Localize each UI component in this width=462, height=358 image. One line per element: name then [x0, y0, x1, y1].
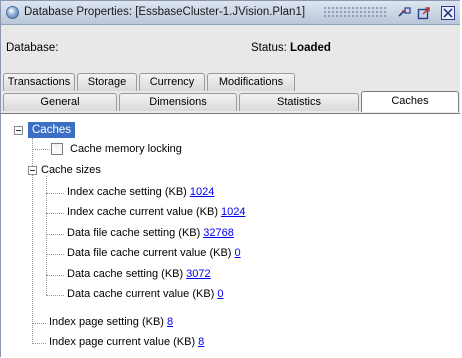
tab-caches[interactable]: Caches	[361, 91, 459, 112]
item-label: Index page setting (KB)	[49, 316, 164, 328]
tree-item-index-page-current: Index page current value (KB) 8	[49, 336, 204, 348]
tree-connector	[32, 343, 46, 344]
collapse-icon[interactable]	[28, 166, 37, 175]
item-value-link[interactable]: 32768	[203, 227, 234, 239]
app-icon	[6, 6, 19, 19]
tab-storage[interactable]: Storage	[77, 73, 137, 91]
tab-strip: Transactions Storage Currency Modificati…	[1, 71, 460, 113]
tree-connector	[32, 149, 50, 150]
database-status-bar: Database: Status: Loaded	[1, 25, 460, 71]
cache-memory-locking-label: Cache memory locking	[70, 143, 182, 155]
cache-memory-locking-checkbox[interactable]	[51, 143, 63, 155]
collapse-icon[interactable]	[14, 126, 23, 135]
tree-connector	[46, 193, 64, 194]
item-value-link[interactable]: 8	[198, 336, 204, 348]
item-label: Index cache setting (KB)	[67, 186, 187, 198]
database-properties-window: Database Properties: [EssbaseCluster-1.J…	[0, 0, 460, 357]
item-value-link[interactable]: 1024	[221, 206, 245, 218]
title-grip[interactable]	[323, 6, 387, 19]
tree-connector	[32, 323, 46, 324]
item-label: Data file cache setting (KB)	[67, 227, 201, 239]
tree-item-index-cache-setting: Index cache setting (KB) 1024	[67, 186, 214, 198]
item-value-link[interactable]: 0	[217, 288, 223, 300]
database-label: Database:	[6, 42, 59, 54]
tree-root-caches[interactable]: Caches	[28, 122, 75, 138]
item-label: Index cache current value (KB)	[67, 206, 219, 218]
tree-connector	[46, 234, 64, 235]
item-value-link[interactable]: 0	[234, 247, 240, 259]
tree-item-data-cache-setting: Data cache setting (KB) 3072	[67, 268, 211, 280]
item-label: Data cache current value (KB)	[67, 288, 215, 300]
float-icon[interactable]	[395, 4, 413, 21]
item-value-link[interactable]: 3072	[186, 268, 210, 280]
item-value-link[interactable]: 1024	[190, 186, 214, 198]
status-label: Status:	[251, 42, 287, 54]
tree-item-data-cache-current: Data cache current value (KB) 0	[67, 288, 223, 300]
caches-tree: Caches Cache memory locking Cache sizes …	[1, 113, 460, 357]
close-icon[interactable]	[439, 4, 457, 21]
tree-connector	[46, 254, 64, 255]
item-label: Index page current value (KB)	[49, 336, 196, 348]
tab-dimensions[interactable]: Dimensions	[119, 93, 237, 111]
tree-item-data-file-cache-current: Data file cache current value (KB) 0	[67, 247, 241, 259]
status-value: Loaded	[290, 42, 331, 54]
item-label: Data cache setting (KB)	[67, 268, 184, 280]
window-title: Database Properties: [EssbaseCluster-1.J…	[24, 6, 306, 18]
item-value-link[interactable]: 8	[167, 316, 173, 328]
tab-transactions[interactable]: Transactions	[3, 73, 75, 91]
tree-connector	[46, 295, 64, 296]
status-text: Status: Loaded	[251, 42, 331, 54]
tree-connector	[46, 213, 64, 214]
item-label: Data file cache current value (KB)	[67, 247, 232, 259]
title-bar: Database Properties: [EssbaseCluster-1.J…	[1, 1, 460, 25]
cache-sizes-node[interactable]: Cache sizes	[41, 164, 101, 176]
tab-modifications[interactable]: Modifications	[207, 73, 295, 91]
tree-item-index-page-setting: Index page setting (KB) 8	[49, 316, 173, 328]
tab-currency[interactable]: Currency	[139, 73, 205, 91]
tree-item-index-cache-current: Index cache current value (KB) 1024	[67, 206, 246, 218]
tab-general[interactable]: General	[3, 93, 117, 111]
maximize-icon[interactable]	[415, 4, 433, 21]
tree-item-data-file-cache-setting: Data file cache setting (KB) 32768	[67, 227, 234, 239]
tree-connector	[46, 275, 64, 276]
tab-statistics[interactable]: Statistics	[239, 93, 359, 111]
